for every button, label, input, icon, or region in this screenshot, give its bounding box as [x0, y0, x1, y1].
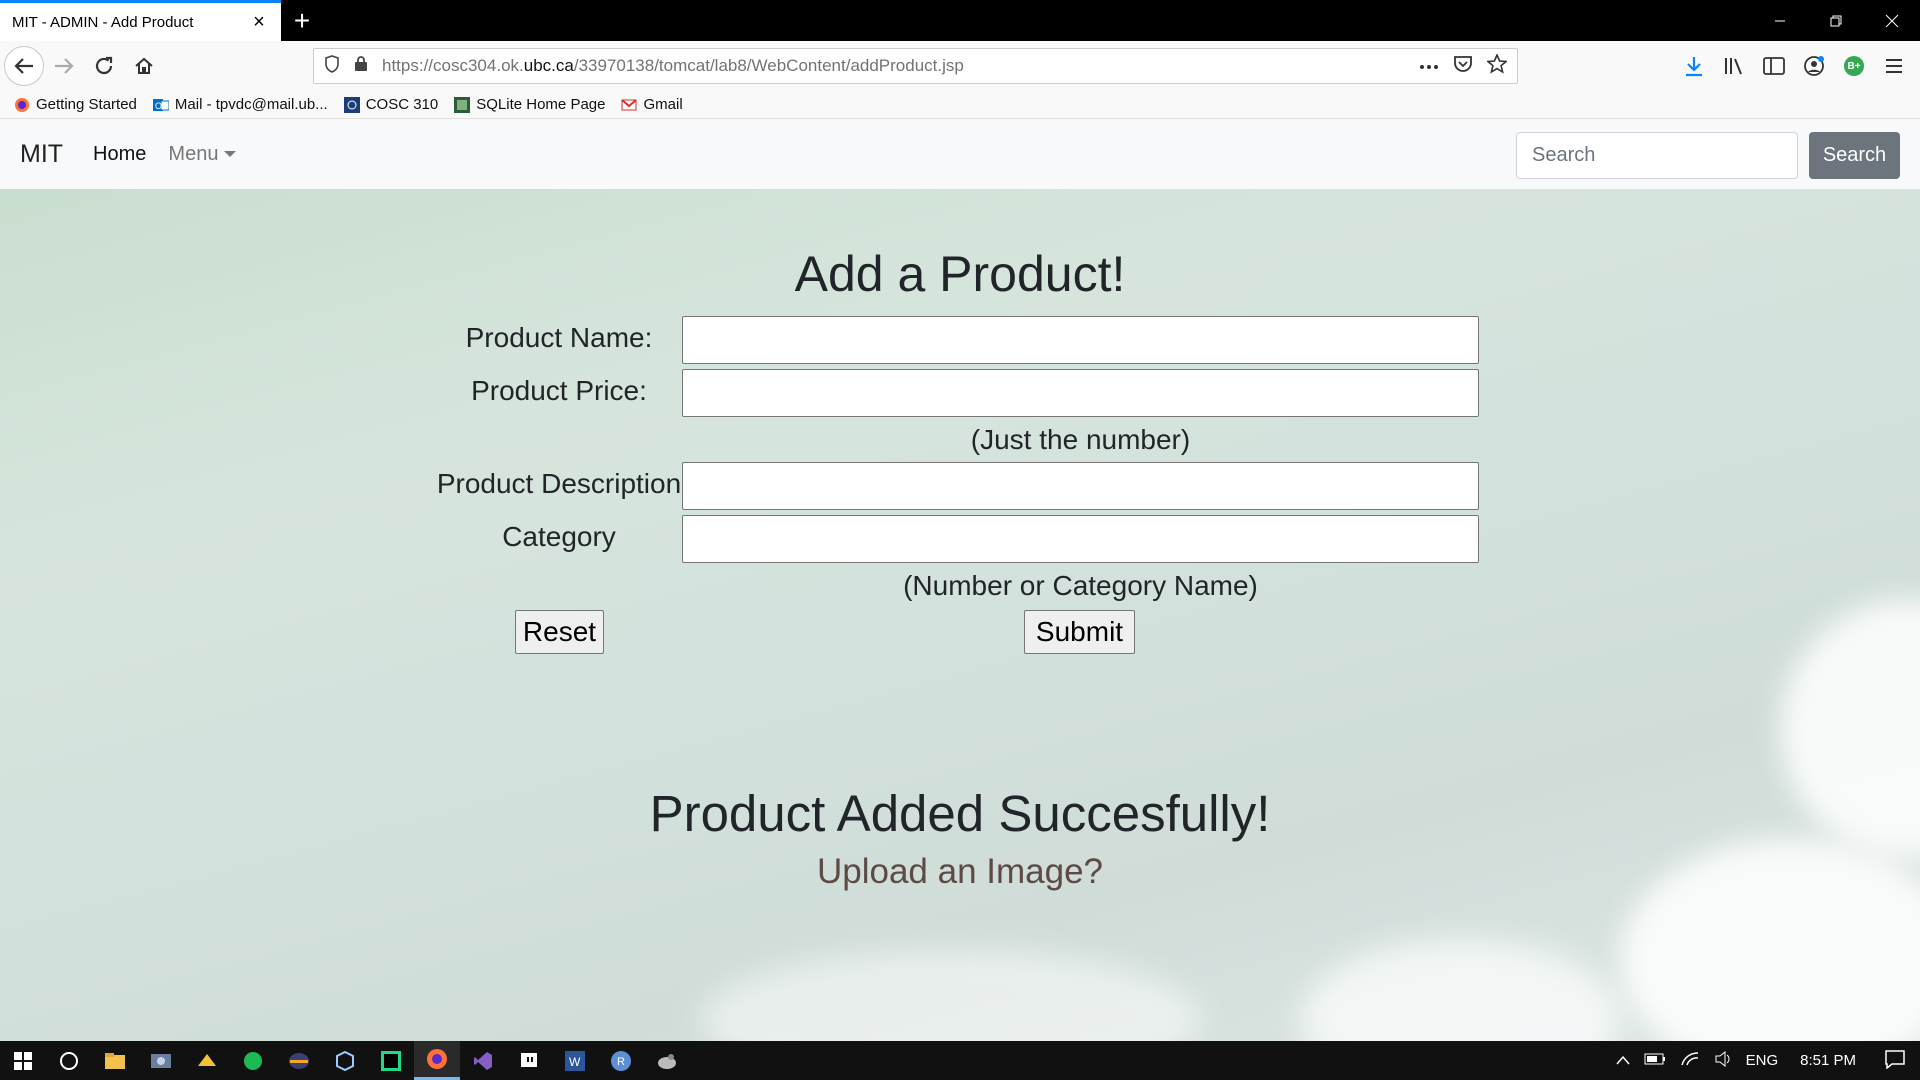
bookmark-star-icon[interactable] — [1486, 52, 1508, 79]
product-name-input[interactable] — [682, 316, 1479, 364]
nav-menu-dropdown[interactable]: Menu — [168, 142, 237, 166]
firefox-taskbar-icon[interactable] — [414, 1041, 460, 1080]
virtualbox-icon[interactable] — [322, 1041, 368, 1080]
product-name-label: Product Name: — [465, 322, 653, 353]
tab-strip: MIT - ADMIN - Add Product × + — [0, 0, 1920, 41]
shield-icon[interactable] — [324, 54, 340, 78]
category-label: Category — [502, 521, 616, 552]
download-icon[interactable] — [1678, 50, 1710, 82]
home-icon[interactable] — [124, 46, 164, 86]
site-brand[interactable]: MIT — [20, 140, 63, 169]
bookmark-label: Getting Started — [36, 96, 137, 113]
nav-home-link[interactable]: Home — [93, 143, 146, 166]
cortana-icon[interactable] — [46, 1041, 92, 1080]
notifications-icon[interactable] — [1884, 1049, 1906, 1073]
wifi-icon[interactable] — [1680, 1051, 1700, 1071]
bookmark-label: Gmail — [643, 96, 683, 113]
bookmark-cosc310[interactable]: COSC 310 — [343, 96, 439, 113]
bookmark-sqlite[interactable]: SQLite Home Page — [454, 96, 605, 113]
address-bar[interactable]: https://cosc304.ok.ubc.ca/33970138/tomca… — [313, 48, 1518, 84]
system-tray: ENG 8:51 PM — [1616, 1041, 1920, 1080]
minimize-icon[interactable] — [1752, 0, 1808, 41]
svg-text:R: R — [617, 1056, 625, 1068]
reload-icon[interactable] — [84, 46, 124, 86]
url-text: https://cosc304.ok.ubc.ca/33970138/tomca… — [382, 56, 964, 75]
search-input[interactable] — [1516, 132, 1798, 179]
sidebar-icon[interactable] — [1758, 50, 1790, 82]
caret-down-icon — [224, 151, 237, 157]
cosc-icon — [343, 96, 360, 113]
hamburger-menu-icon[interactable] — [1878, 50, 1910, 82]
cloud-decoration — [1300, 939, 1620, 1041]
page-title: Add a Product! — [794, 246, 1126, 302]
success-message: Product Added Succesfully! — [649, 785, 1271, 842]
account-icon[interactable] — [1798, 50, 1830, 82]
bookmark-label: Mail - tpvdc@mail.ub... — [174, 96, 328, 113]
pycharm-icon[interactable] — [368, 1041, 414, 1080]
twitch-icon[interactable] — [506, 1041, 552, 1080]
outlook-icon: O — [152, 97, 170, 113]
restore-icon[interactable] — [1808, 0, 1864, 41]
bookmark-gmail[interactable]: Gmail — [621, 96, 683, 113]
nav-menu-label: Menu — [168, 142, 219, 165]
price-hint: (Just the number) — [970, 424, 1191, 455]
battery-icon[interactable] — [1644, 1052, 1666, 1069]
close-window-icon[interactable] — [1864, 0, 1920, 41]
upload-image-link[interactable]: Upload an Image? — [0, 852, 1920, 892]
extension-icon[interactable]: B+ — [1838, 50, 1870, 82]
tab-title: MIT - ADMIN - Add Product — [12, 13, 194, 31]
category-input[interactable] — [682, 515, 1479, 563]
close-tab-icon[interactable]: × — [249, 11, 269, 33]
language-indicator[interactable]: ENG — [1746, 1052, 1779, 1069]
bookmark-getting-started[interactable]: Getting Started — [14, 96, 137, 113]
visual-studio-icon[interactable] — [460, 1041, 506, 1080]
file-explorer-icon[interactable] — [92, 1041, 138, 1080]
toolbar-right: B+ — [1678, 41, 1920, 91]
site-navbar: MIT Home Menu Search — [0, 119, 1920, 189]
product-price-input[interactable] — [682, 369, 1479, 417]
bookmark-label: SQLite Home Page — [476, 96, 606, 113]
volume-icon[interactable] — [1714, 1050, 1732, 1071]
cloud-decoration — [700, 949, 1200, 1041]
back-icon[interactable] — [4, 46, 44, 86]
lock-icon[interactable] — [354, 55, 368, 77]
bookmarks-bar: Getting Started O Mail - tpvdc@mail.ub..… — [0, 91, 1920, 119]
app-icon-4[interactable] — [276, 1041, 322, 1080]
bookmark-mail[interactable]: O Mail - tpvdc@mail.ub... — [152, 96, 328, 113]
product-description-label: Product Description — [436, 468, 682, 499]
svg-text:W: W — [569, 1055, 581, 1069]
search-button[interactable]: Search — [1809, 132, 1900, 179]
reset-button[interactable]: Reset — [515, 610, 604, 654]
app-icon-2[interactable] — [184, 1041, 230, 1080]
svg-text:O: O — [155, 101, 162, 111]
sqlite-icon — [454, 96, 471, 113]
category-hint: (Number or Category Name) — [903, 570, 1258, 601]
firefox-icon — [14, 97, 30, 113]
windows-start-icon[interactable] — [0, 1041, 46, 1080]
clock[interactable]: 8:51 PM — [1800, 1052, 1856, 1069]
pocket-icon[interactable] — [1453, 55, 1473, 78]
gmail-icon — [621, 97, 638, 113]
browser-toolbar: https://cosc304.ok.ubc.ca/33970138/tomca… — [0, 41, 1920, 91]
app-icon-5[interactable] — [644, 1041, 690, 1080]
windows-taskbar: W R ENG 8:51 PM — [0, 1041, 1920, 1080]
new-tab-icon[interactable]: + — [281, 0, 323, 41]
app-icon-1[interactable] — [138, 1041, 184, 1080]
app-icon-3[interactable] — [230, 1041, 276, 1080]
product-price-label: Product Price: — [471, 375, 647, 406]
window-controls — [1752, 0, 1920, 41]
submit-button[interactable]: Submit — [1024, 610, 1135, 654]
more-actions-icon[interactable] — [1419, 57, 1439, 75]
extension-badge: B+ — [1844, 56, 1864, 76]
tab-active[interactable]: MIT - ADMIN - Add Product × — [0, 0, 281, 41]
library-icon[interactable] — [1718, 50, 1750, 82]
forward-icon[interactable] — [44, 46, 84, 86]
page-viewport: MIT Home Menu Search Add a Product! Prod… — [0, 119, 1920, 1041]
product-description-input[interactable] — [682, 462, 1479, 510]
word-icon[interactable]: W — [552, 1041, 598, 1080]
r-icon[interactable]: R — [598, 1041, 644, 1080]
bookmark-label: COSC 310 — [365, 96, 439, 113]
chevron-up-icon[interactable] — [1616, 1052, 1630, 1069]
url-actions — [1419, 52, 1508, 79]
